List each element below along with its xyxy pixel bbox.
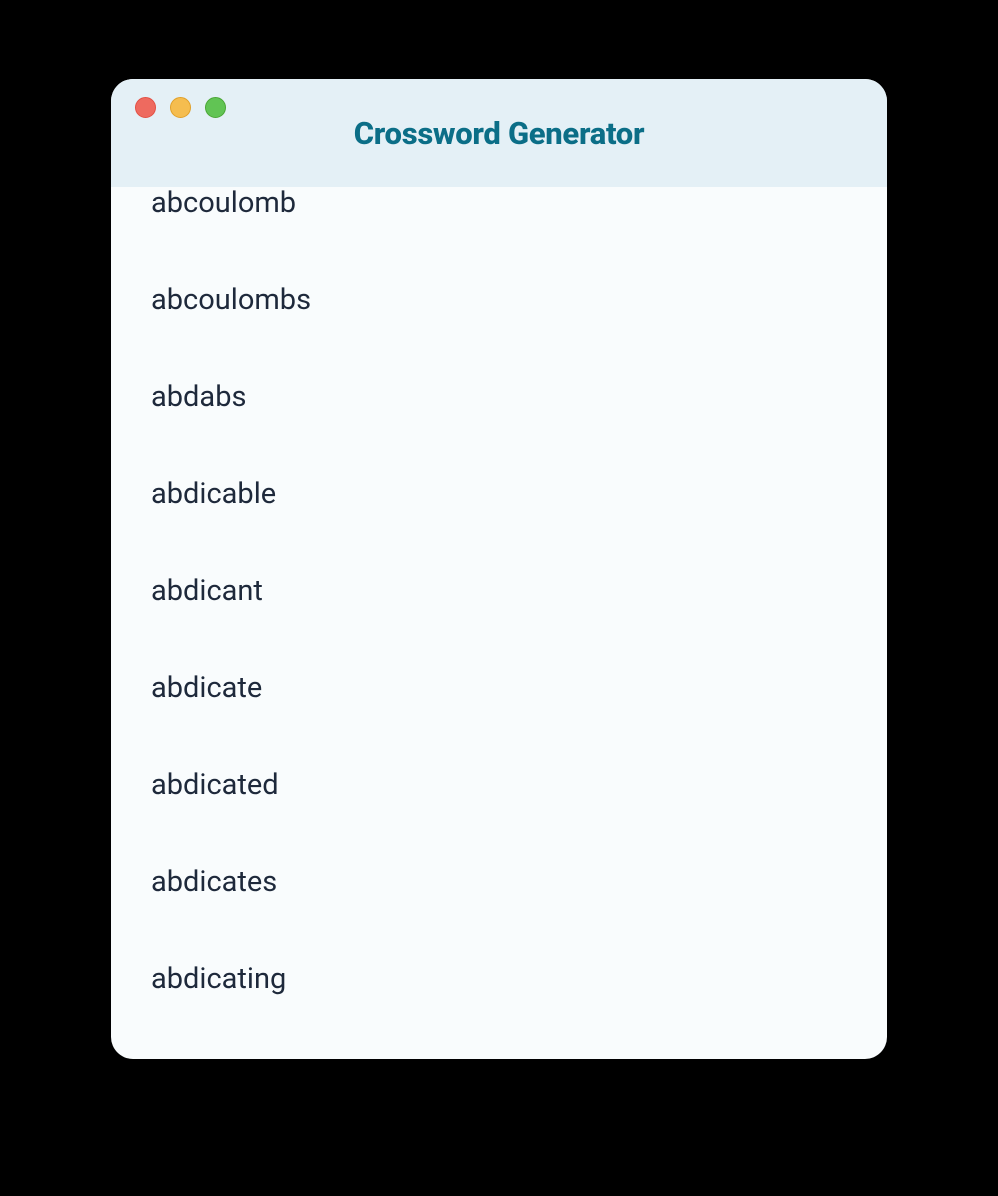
minimize-icon[interactable] xyxy=(170,97,191,118)
zoom-icon[interactable] xyxy=(205,97,226,118)
list-item[interactable]: abdicating xyxy=(151,931,847,1028)
list-item[interactable]: abdicant xyxy=(151,543,847,640)
list-item[interactable]: abdabs xyxy=(151,349,847,446)
list-item[interactable]: abcoulombs xyxy=(151,252,847,349)
app-title: Crossword Generator xyxy=(354,115,644,152)
titlebar: Crossword Generator xyxy=(111,79,887,187)
word-list: abcoulombabcoulombsabdabsabdicableabdica… xyxy=(151,187,847,1059)
list-item[interactable]: abdicated xyxy=(151,737,847,834)
list-item[interactable]: abdicate xyxy=(151,640,847,737)
list-item[interactable]: abdicable xyxy=(151,446,847,543)
window-controls xyxy=(135,97,226,118)
app-window: Crossword Generator abcoulombabcoulombsa… xyxy=(111,79,887,1059)
list-item[interactable]: abcoulomb xyxy=(151,187,847,252)
close-icon[interactable] xyxy=(135,97,156,118)
list-item[interactable]: abdicates xyxy=(151,834,847,931)
list-item[interactable]: abdication xyxy=(151,1028,847,1059)
word-list-viewport[interactable]: abcoulombabcoulombsabdabsabdicableabdica… xyxy=(111,187,887,1059)
